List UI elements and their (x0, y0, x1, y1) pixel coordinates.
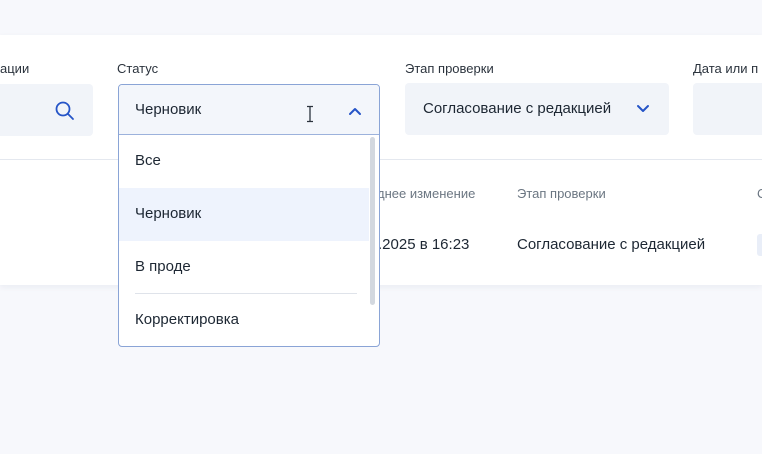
row-stage: Согласование с редакцией (517, 236, 706, 253)
chevron-up-icon[interactable] (348, 106, 362, 116)
chevron-down-icon (637, 105, 649, 112)
status-option-in-prod[interactable]: В проде (119, 241, 369, 294)
status-select-dropdown[interactable]: Черновик Все Черновик В проде Корректиро… (118, 84, 380, 347)
dropdown-scrollbar[interactable] (370, 137, 375, 305)
date-field[interactable] (693, 83, 762, 135)
stage-select-value: Согласование с редакцией (423, 100, 612, 117)
stage-select[interactable]: Согласование с редакцией (405, 83, 669, 135)
option-label: Корректировка (135, 311, 239, 328)
status-option-correction[interactable]: Корректировка (119, 294, 369, 346)
column-header-next: С (757, 186, 762, 201)
status-option-all[interactable]: Все (119, 135, 369, 188)
option-label: В проде (135, 258, 191, 275)
status-badge (757, 234, 762, 256)
publication-search-field[interactable] (0, 84, 93, 136)
option-label: Все (135, 152, 161, 169)
publication-filter-label: ации (0, 61, 30, 76)
panel-divider (0, 159, 762, 160)
status-option-draft[interactable]: Черновик (119, 188, 369, 241)
date-filter-label: Дата или п (693, 61, 759, 76)
status-filter-label: Статус (117, 61, 159, 76)
option-label: Черновик (135, 205, 202, 222)
stage-filter-label: Этап проверки (405, 61, 494, 76)
text-cursor-icon (307, 105, 313, 123)
column-header-stage: Этап проверки (517, 186, 606, 201)
status-select[interactable]: Черновик (119, 85, 379, 135)
column-header-last-change: днее изменение (377, 186, 476, 201)
search-icon[interactable] (54, 100, 76, 122)
row-last-change: .2025 в 16:23 (378, 236, 470, 253)
status-select-value: Черновик (135, 101, 202, 118)
